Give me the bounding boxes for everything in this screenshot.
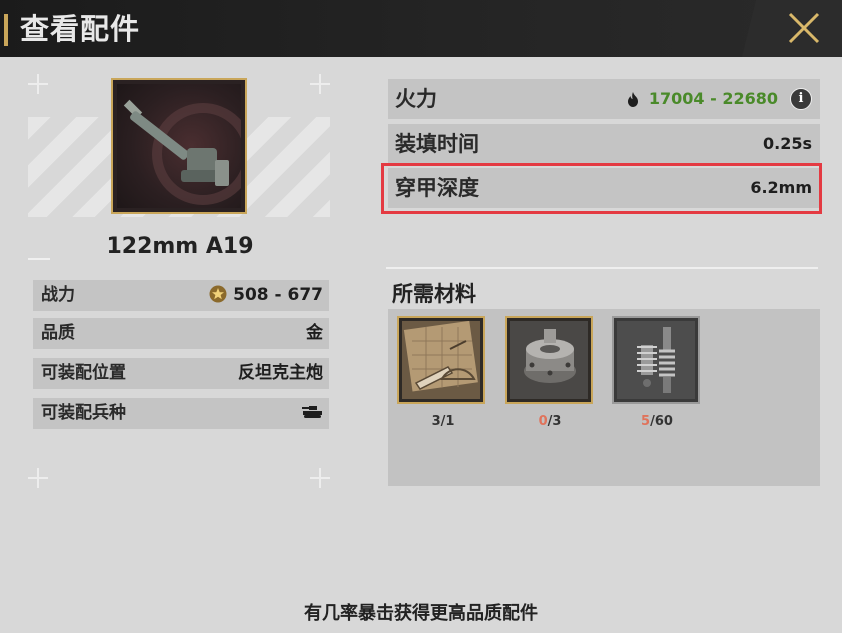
have-count: 0 bbox=[538, 414, 548, 429]
stat-label: 可装配兵种 bbox=[41, 403, 126, 423]
fire-icon bbox=[627, 91, 638, 107]
have-count: 5 bbox=[641, 414, 651, 429]
have-count: 3 bbox=[431, 414, 441, 429]
close-button[interactable] bbox=[742, 0, 842, 57]
stat-value: 反坦克主炮 bbox=[238, 363, 323, 383]
header-bar: 查看配件 bbox=[0, 0, 842, 57]
item-name: 122mm A19 bbox=[106, 234, 254, 259]
stat-row-power: 战力 508 - 677 bbox=[33, 280, 329, 311]
stat-value bbox=[301, 398, 323, 429]
need-count: 60 bbox=[654, 414, 673, 429]
need-count: 1 bbox=[445, 414, 455, 429]
blueprint-icon bbox=[402, 320, 480, 399]
item-image-frame bbox=[111, 78, 247, 214]
corner-cross-decoration bbox=[310, 74, 330, 94]
stat-label: 战力 bbox=[41, 285, 75, 305]
material-slot-spring-part[interactable] bbox=[612, 316, 700, 404]
info-icon: i bbox=[798, 91, 804, 106]
footer-hint: 有几率暴击获得更高品质配件 bbox=[304, 603, 538, 624]
page-title: 查看配件 bbox=[20, 12, 141, 46]
info-button[interactable]: i bbox=[790, 88, 812, 110]
stat-row-slot: 可装配位置 反坦克主炮 bbox=[33, 358, 329, 389]
tank-icon bbox=[302, 406, 322, 418]
attr-label: 火力 bbox=[395, 87, 437, 111]
stat-label: 可装配位置 bbox=[41, 363, 126, 383]
section-divider bbox=[386, 267, 818, 269]
attr-value: 0.25s bbox=[763, 134, 812, 153]
material-slot-gear-housing[interactable] bbox=[505, 316, 593, 404]
corner-cross-decoration bbox=[28, 74, 48, 94]
corner-cross-decoration bbox=[310, 468, 330, 488]
stat-row-unit-type: 可装配兵种 bbox=[33, 398, 329, 429]
attr-row-reload-time: 装填时间 0.25s bbox=[388, 124, 820, 164]
material-count: 3/1 bbox=[431, 414, 455, 429]
stat-value: 金 bbox=[306, 323, 323, 343]
close-icon[interactable] bbox=[786, 10, 822, 46]
corner-cross-decoration bbox=[28, 468, 48, 488]
divider bbox=[28, 258, 50, 260]
gear-housing-icon bbox=[510, 321, 588, 399]
attr-row-firepower: 火力 17004 - 22680 i bbox=[388, 79, 820, 119]
highlight-box bbox=[381, 163, 822, 214]
material-count: 0/3 bbox=[538, 414, 562, 429]
gun-barrel-image bbox=[117, 84, 241, 208]
spring-part-icon bbox=[617, 321, 695, 399]
material-count: 5/60 bbox=[641, 414, 673, 429]
firepower-value: 17004 - 22680 bbox=[648, 89, 778, 108]
need-count: 3 bbox=[552, 414, 562, 429]
rank-badge-icon bbox=[209, 285, 227, 303]
power-range: 508 - 677 bbox=[233, 285, 323, 305]
materials-title: 所需材料 bbox=[392, 282, 476, 306]
material-slot-blueprint[interactable] bbox=[397, 316, 485, 404]
stat-row-quality: 品质 金 bbox=[33, 318, 329, 349]
title-accent bbox=[4, 14, 8, 46]
attr-label: 装填时间 bbox=[395, 132, 479, 156]
stat-value: 508 - 677 bbox=[209, 280, 323, 311]
stat-label: 品质 bbox=[41, 323, 75, 343]
attr-value: 17004 - 22680 i bbox=[627, 79, 812, 119]
